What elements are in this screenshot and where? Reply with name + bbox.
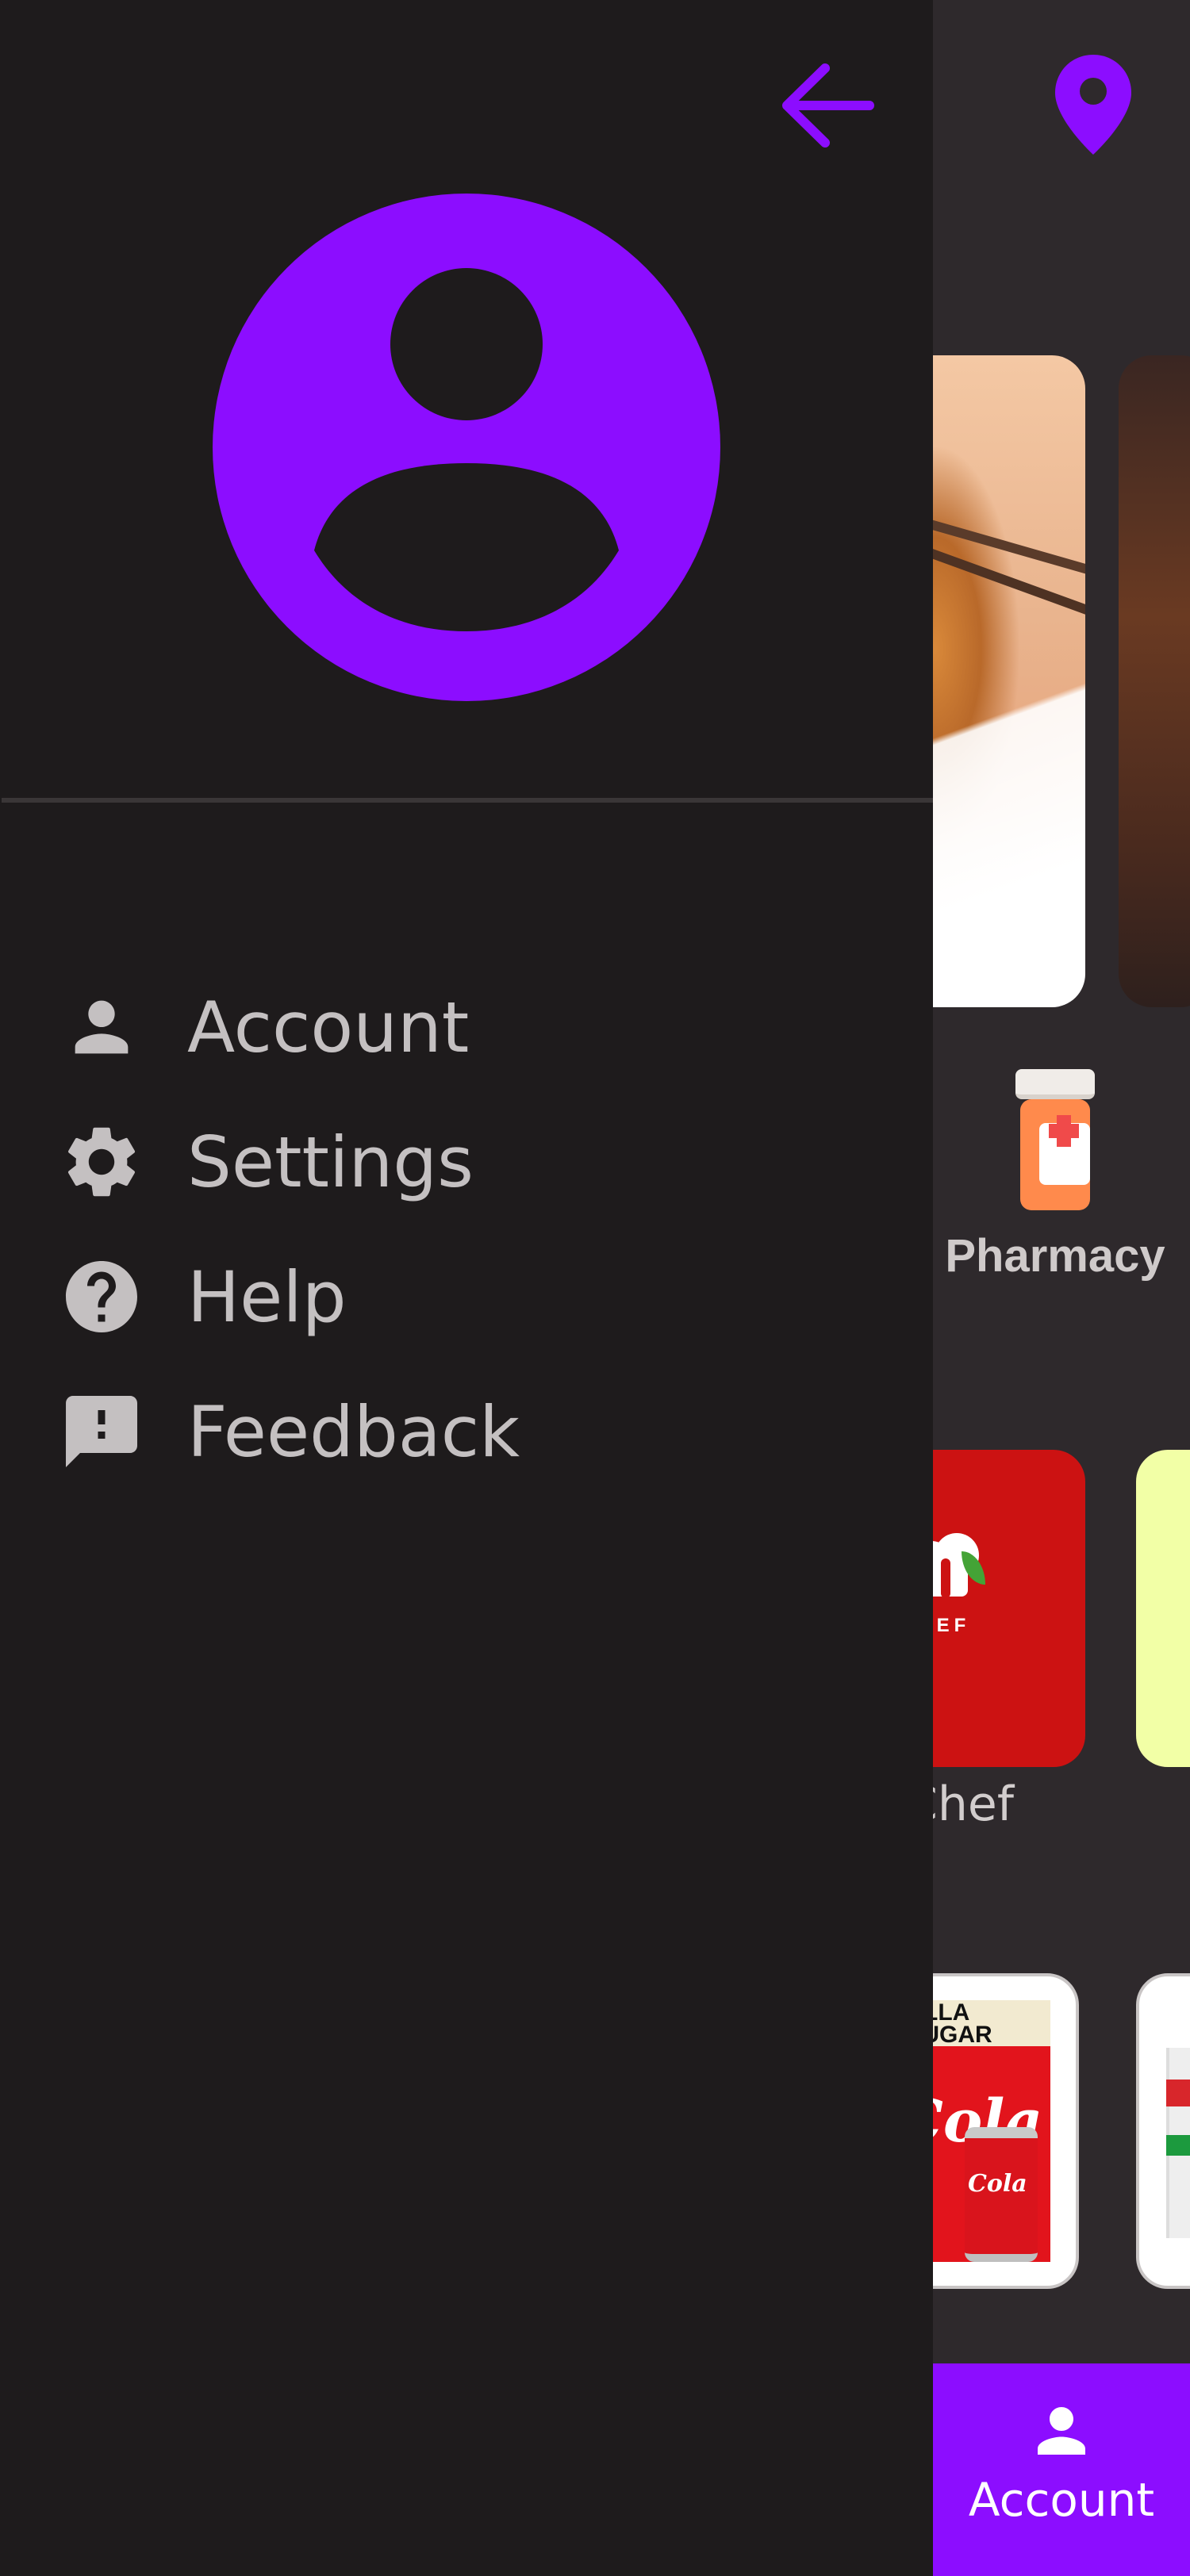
menu-item-label: Feedback (187, 1390, 520, 1473)
back-button[interactable] (768, 46, 887, 165)
bottom-nav-account[interactable]: Account (933, 2395, 1190, 2570)
product-card-secondary[interactable] (1136, 1973, 1190, 2289)
person-icon (1038, 2407, 1085, 2455)
person-icon (59, 984, 144, 1070)
menu-item-settings[interactable]: Settings (59, 1094, 773, 1229)
drawer-divider (2, 798, 933, 803)
chopstick-decoration (907, 513, 1085, 580)
menu-item-feedback[interactable]: Feedback (59, 1364, 773, 1499)
promo-card-secondary[interactable] (1119, 355, 1190, 1007)
menu-item-label: Settings (187, 1121, 474, 1203)
arrow-left-icon (782, 63, 874, 148)
feedback-icon (59, 1389, 144, 1474)
menu-item-account[interactable]: Account (59, 960, 773, 1094)
menu-item-help[interactable]: Help (59, 1229, 773, 1364)
gear-icon (59, 1119, 144, 1205)
product-can-text: Cola (968, 2170, 1027, 2198)
location-button[interactable] (1046, 49, 1141, 160)
product-stripe (1166, 2080, 1190, 2106)
product-stripe (1166, 2135, 1190, 2156)
bottom-nav: Account (933, 2363, 1190, 2576)
menu-item-label: Account (187, 986, 470, 1068)
location-pin-icon (1055, 55, 1131, 155)
bottom-nav-account-label: Account (968, 2473, 1155, 2527)
product-can: Cola (965, 2127, 1038, 2262)
menu-item-label: Help (187, 1255, 347, 1338)
navigation-drawer: Account Settings Help Feedback (0, 0, 933, 2576)
restaurant-card-secondary[interactable] (1136, 1450, 1190, 1767)
avatar-icon[interactable] (213, 194, 720, 701)
category-pharmacy[interactable]: Pharmacy (928, 1063, 1182, 1301)
help-circle-icon (59, 1254, 144, 1340)
pill-bottle-icon (1015, 1069, 1095, 1212)
category-label: Pharmacy (945, 1230, 1165, 1282)
drawer-menu: Account Settings Help Feedback (59, 960, 773, 1499)
